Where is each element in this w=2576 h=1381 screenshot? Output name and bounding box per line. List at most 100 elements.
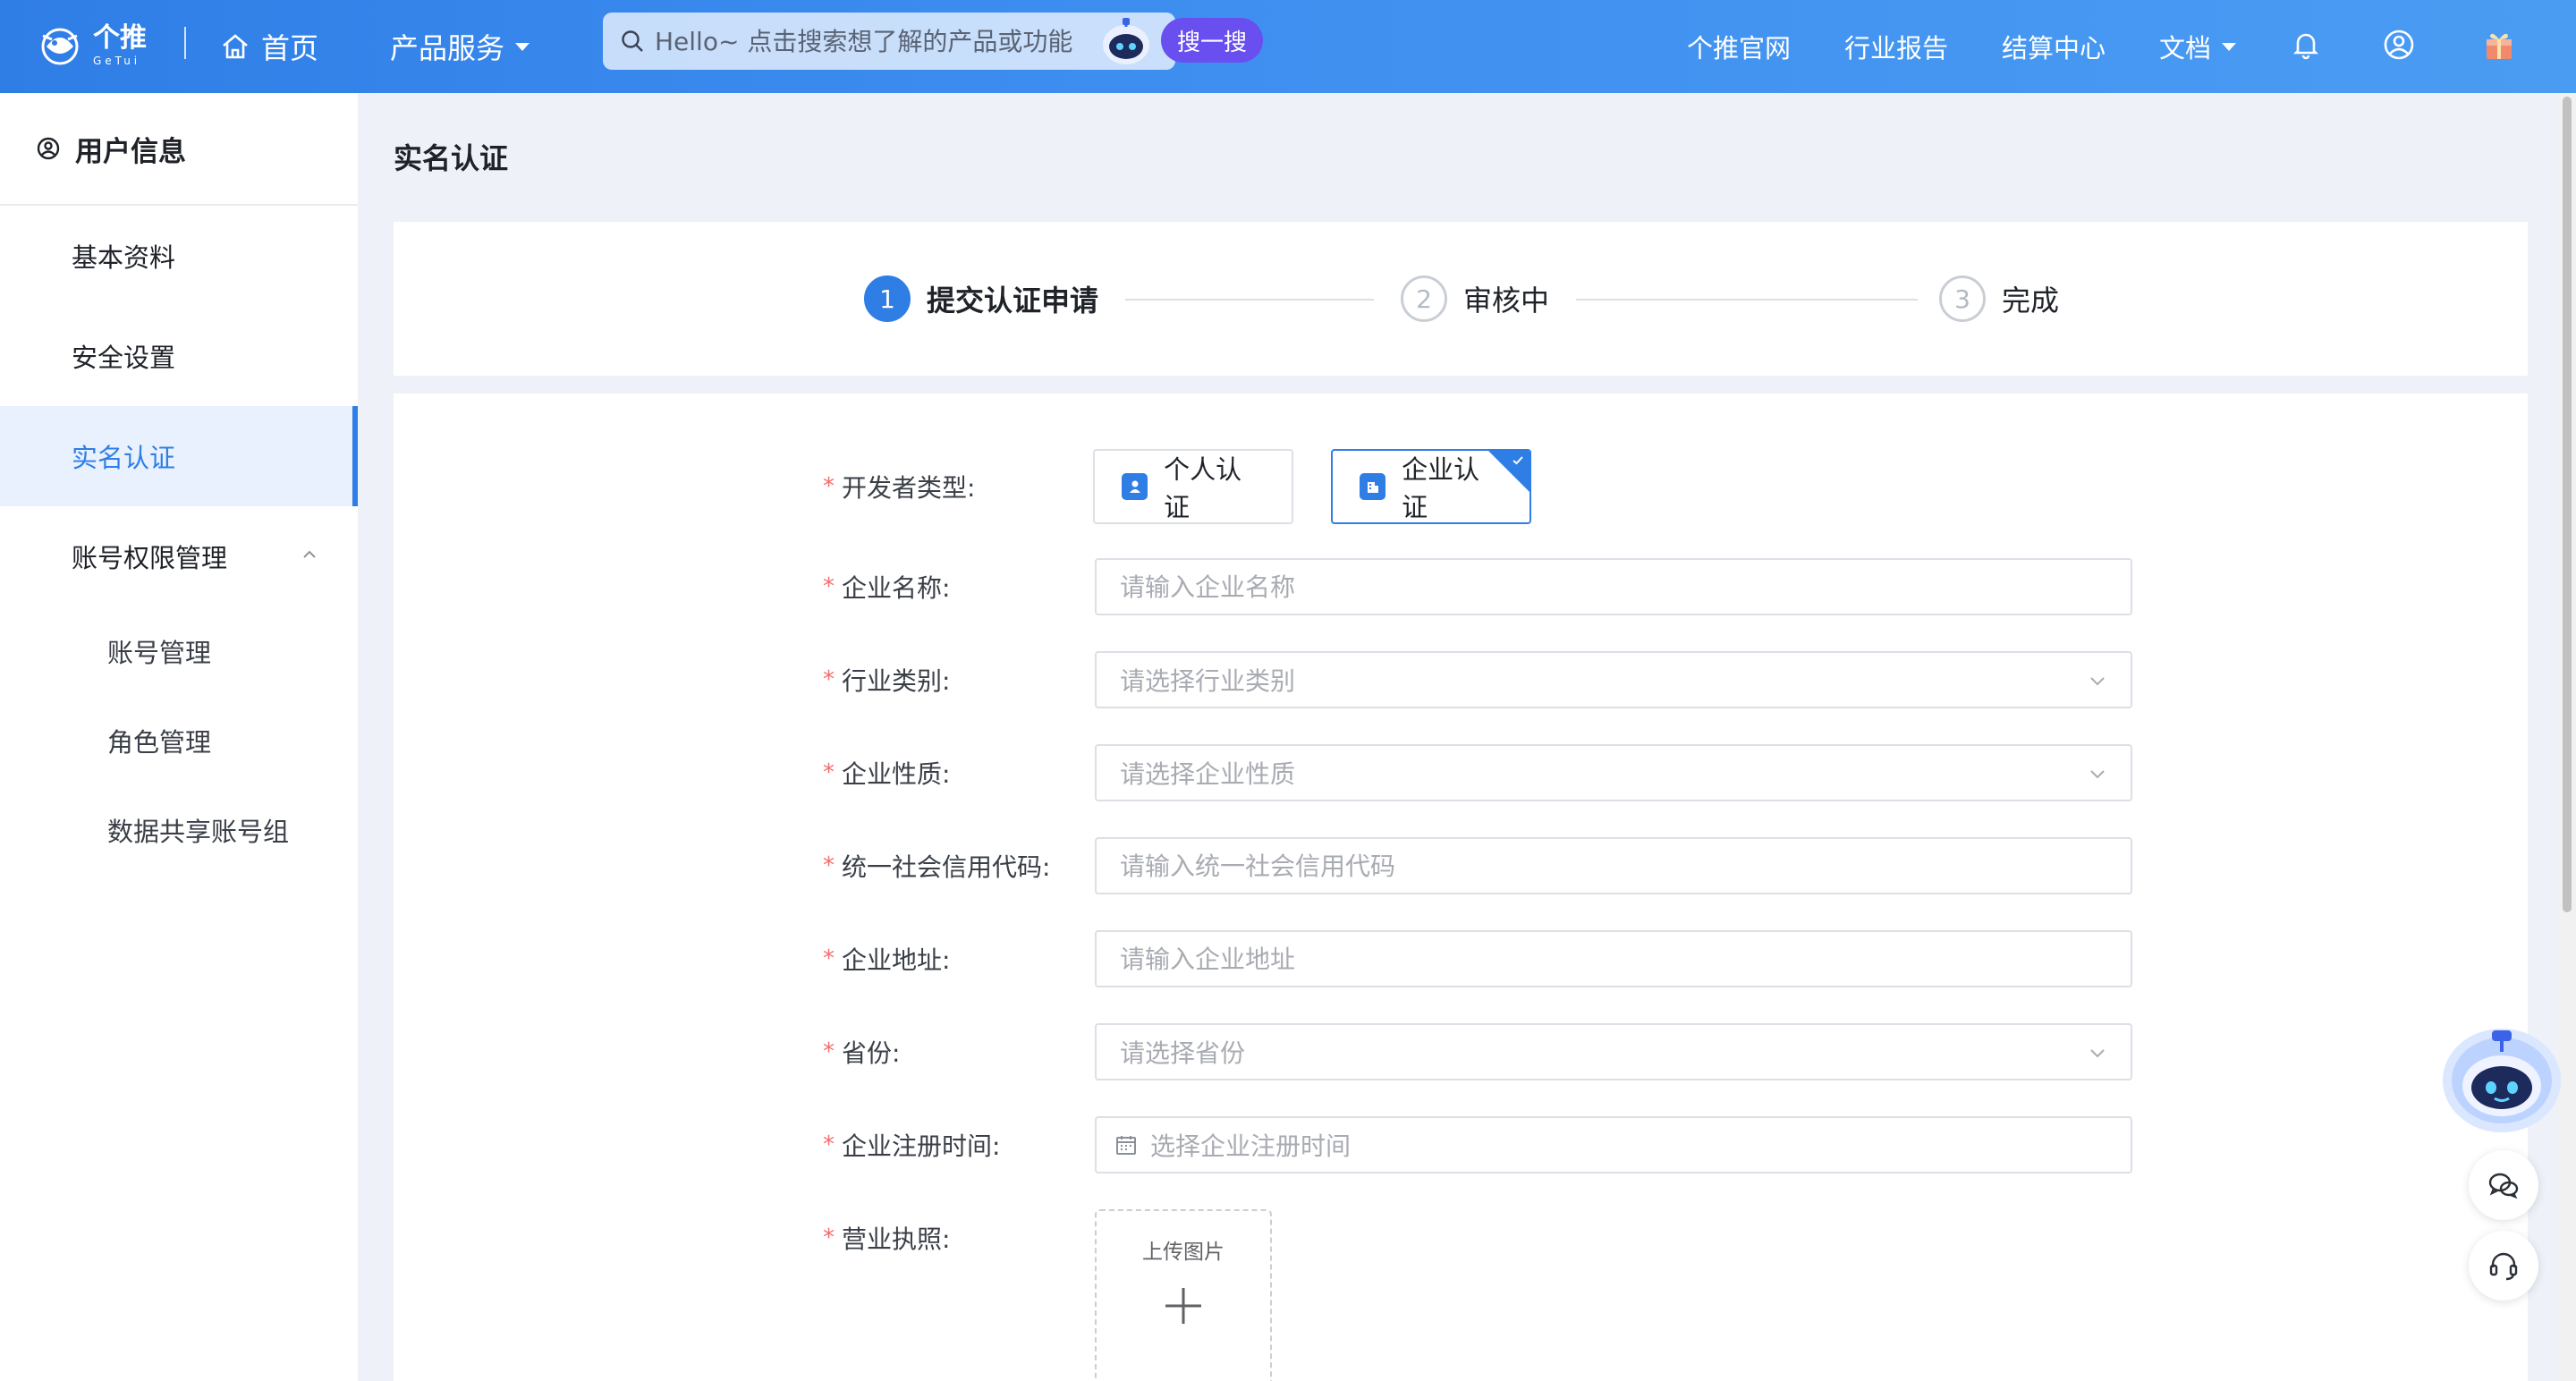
enterprise-name-input[interactable] [1120,572,2131,602]
verification-form: * 开发者类型: 个人认证 企业认证 * 企业名称: * 行业类别: 请选择行业… [394,394,2528,1381]
enterprise-nature-select[interactable]: 请选择企业性质 [1095,744,2132,801]
step-number: 1 [864,275,911,322]
notification-button[interactable] [2281,20,2331,70]
user-account-button[interactable] [2374,20,2424,70]
logo-bird-icon [41,28,79,65]
upload-label: 上传图片 [1142,1241,1224,1264]
sidebar-subitem-role-management[interactable]: 角色管理 [0,696,358,785]
sidebar-item-security-settings[interactable]: 安全设置 [0,306,358,406]
credit-code-field [1095,837,2132,894]
page-title: 实名认证 [394,141,509,175]
business-license-label: * 营业执照: [823,1224,951,1254]
home-link[interactable]: 首页 [220,21,318,72]
sidebar-header: 用户信息 [0,93,358,206]
option-label: 个人认证 [1164,454,1242,522]
step-number: 2 [1401,275,1447,322]
credit-code-input[interactable] [1120,851,2131,881]
scrollbar-thumb[interactable] [2563,97,2572,912]
required-mark: * [823,573,835,600]
enterprise-verification-option[interactable]: 企业认证 [1331,449,1531,524]
products-menu[interactable]: 产品服务 [390,21,530,72]
required-mark: * [823,1224,835,1251]
wechat-icon [2488,1173,2519,1199]
step-number: 3 [1939,275,1986,322]
brand-name: 个推 [93,22,147,54]
wechat-button[interactable] [2469,1150,2538,1220]
enterprise-address-input[interactable] [1120,944,2131,974]
check-icon [1513,456,1523,465]
search-robot-icon [1103,18,1149,64]
sidebar-title: 用户信息 [75,135,186,168]
required-mark: * [823,1131,835,1158]
sidebar-item-account-permissions[interactable]: 账号权限管理 [0,506,358,606]
sidebar-item-label: 基本资料 [72,242,176,273]
required-mark: * [823,945,835,972]
enterprise-address-field [1095,930,2132,987]
select-placeholder: 请选择行业类别 [1120,666,1296,696]
page-scrollbar[interactable] [2558,93,2576,1381]
step-label: 提交认证申请 [927,284,1099,318]
getui-logo[interactable]: 个推 GeTui [34,16,152,75]
chevron-down-icon [2090,1049,2105,1058]
sidebar-item-label: 账号权限管理 [72,543,228,573]
sidebar: 用户信息 基本资料 安全设置 实名认证 账号权限管理 账号管理 角色管理 数据共… [0,93,358,1381]
select-placeholder: 请选择企业性质 [1120,759,1296,789]
plus-icon [1165,1288,1201,1324]
user-avatar-icon [2384,30,2414,60]
personal-verification-option[interactable]: 个人认证 [1093,449,1293,524]
credit-code-label: * 统一社会信用代码: [823,852,1051,882]
enterprise-nature-label: * 企业性质: [823,759,951,789]
docs-label: 文档 [2159,33,2212,64]
step-connector [1576,299,1918,301]
products-label: 产品服务 [390,31,505,65]
industry-category-select[interactable]: 请选择行业类别 [1095,651,2132,708]
user-circle-icon [37,137,60,160]
upload-image-button[interactable]: 上传图片 [1095,1209,1272,1381]
caret-down-icon [2222,42,2237,51]
brand-text: 个推 GeTui [93,22,147,67]
chevron-down-icon [2090,770,2105,779]
caret-down-icon [515,42,530,51]
search-icon [622,30,643,52]
industry-report-label: 行业报告 [1844,33,1949,64]
header-divider [184,27,186,59]
province-select[interactable]: 请选择省份 [1095,1023,2132,1080]
bell-icon [2292,33,2319,60]
ai-assistant-robot-icon[interactable] [2435,1011,2569,1136]
brand-english-name: GeTui [93,55,141,67]
developer-type-label: * 开发者类型: [823,473,976,503]
select-placeholder: 请选择省份 [1120,1038,1246,1068]
search-button[interactable]: 搜一搜 [1161,18,1264,63]
registration-date-picker[interactable]: 选择企业注册时间 [1095,1116,2132,1173]
docs-menu[interactable]: 文档 [2159,21,2237,72]
required-mark: * [823,666,835,693]
required-mark: * [823,473,835,500]
person-icon [1122,473,1148,500]
home-icon [223,34,248,59]
calendar-icon [1116,1136,1136,1155]
enterprise-address-label: * 企业地址: [823,945,951,975]
getui-official-site-link[interactable]: 个推官网 [1687,21,1791,72]
sidebar-subitem-label: 数据共享账号组 [107,817,290,847]
sidebar-item-label: 安全设置 [72,343,176,373]
gift-button[interactable] [2474,20,2524,70]
industry-report-link[interactable]: 行业报告 [1844,21,1948,72]
home-label: 首页 [261,31,319,65]
headset-icon [2489,1252,2518,1281]
step-connector [1125,299,1374,301]
sidebar-subitem-label: 账号管理 [107,638,212,668]
sidebar-item-basic-info[interactable]: 基本资料 [0,206,358,306]
sidebar-subitem-account-management[interactable]: 账号管理 [0,606,358,696]
sidebar-subitem-data-sharing-group[interactable]: 数据共享账号组 [0,785,358,875]
sidebar-item-real-name-verification[interactable]: 实名认证 [0,406,358,506]
province-label: * 省份: [823,1038,901,1068]
enterprise-name-label: * 企业名称: [823,573,951,603]
search-input[interactable] [655,26,1075,56]
billing-center-link[interactable]: 结算中心 [2002,21,2106,72]
building-icon [1360,473,1386,500]
gift-icon [2487,33,2512,59]
step-submit-application: 1 提交认证申请 [864,274,1098,324]
customer-service-button[interactable] [2469,1231,2538,1301]
industry-category-label: * 行业类别: [823,666,951,696]
step-under-review: 2 审核中 [1401,274,1549,324]
